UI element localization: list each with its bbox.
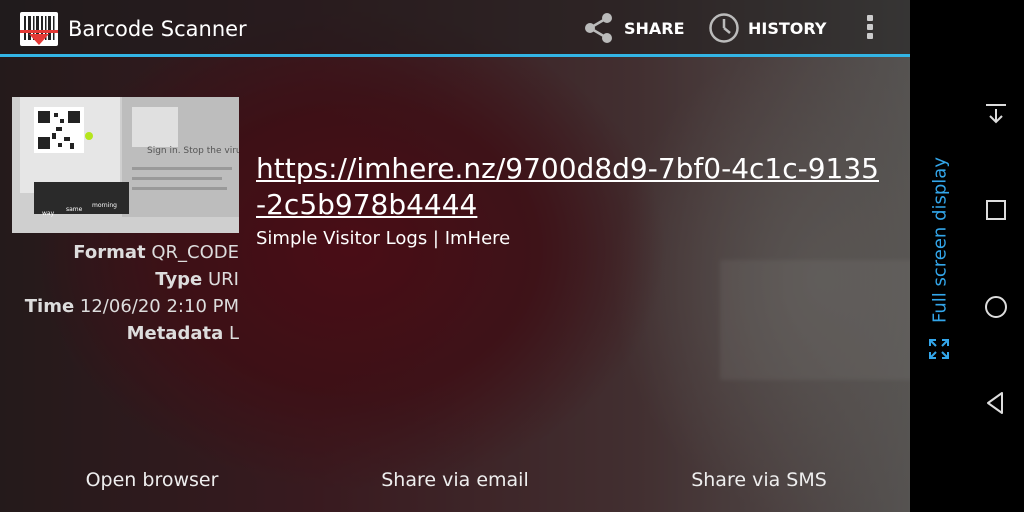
meta-row-format: Format QR_CODE xyxy=(0,242,239,264)
more-vert-icon[interactable] xyxy=(862,12,878,44)
share-button[interactable]: SHARE xyxy=(582,10,685,46)
result-page-title: Simple Visitor Logs | ImHere xyxy=(256,228,511,249)
clock-icon xyxy=(709,13,739,43)
open-browser-button[interactable]: Open browser xyxy=(2,466,302,494)
meta-row-time: Time 12/06/20 2:10 PM xyxy=(0,296,239,318)
home-circle-icon[interactable] xyxy=(980,291,1012,323)
notification-pull-icon[interactable] xyxy=(980,98,1012,130)
barcode-app-icon[interactable] xyxy=(20,12,58,46)
meta-value: L xyxy=(228,323,239,344)
result-url-link[interactable]: https://imhere.nz/9700d8d9-7bf0-4c1c-913… xyxy=(256,151,886,223)
history-label: HISTORY xyxy=(748,18,827,38)
app-title: Barcode Scanner xyxy=(68,17,247,41)
action-bar-divider xyxy=(0,54,910,57)
meta-key: Time xyxy=(24,296,75,317)
fullscreen-display-label[interactable]: Full screen display xyxy=(930,157,951,323)
system-navigation-bar xyxy=(910,0,1024,512)
meta-row-metadata: Metadata L xyxy=(0,323,239,345)
scanned-image-thumbnail: Sign in. Stop the virus way same morning xyxy=(12,97,239,233)
history-button[interactable]: HISTORY xyxy=(708,10,826,46)
meta-key: Metadata xyxy=(126,323,224,344)
meta-value: QR_CODE xyxy=(151,242,239,263)
blurred-paper xyxy=(720,260,910,380)
meta-key: Format xyxy=(73,242,146,263)
thumbnail-word-1: way xyxy=(42,210,55,217)
share-sms-button[interactable]: Share via SMS xyxy=(609,466,909,494)
meta-key: Type xyxy=(155,269,203,290)
back-triangle-icon[interactable] xyxy=(980,387,1012,419)
fullscreen-icon[interactable] xyxy=(928,338,950,360)
share-label: SHARE xyxy=(624,18,685,38)
share-icon xyxy=(585,13,612,43)
thumbnail-word-2: same xyxy=(66,206,83,213)
thumbnail-word-3: morning xyxy=(92,202,117,209)
share-email-button[interactable]: Share via email xyxy=(305,466,605,494)
thumbnail-heading: Sign in. Stop the virus xyxy=(147,146,239,156)
meta-row-type: Type URI xyxy=(0,269,239,291)
meta-value: 12/06/20 2:10 PM xyxy=(79,296,239,317)
recents-square-icon[interactable] xyxy=(980,194,1012,226)
meta-value: URI xyxy=(208,269,239,290)
